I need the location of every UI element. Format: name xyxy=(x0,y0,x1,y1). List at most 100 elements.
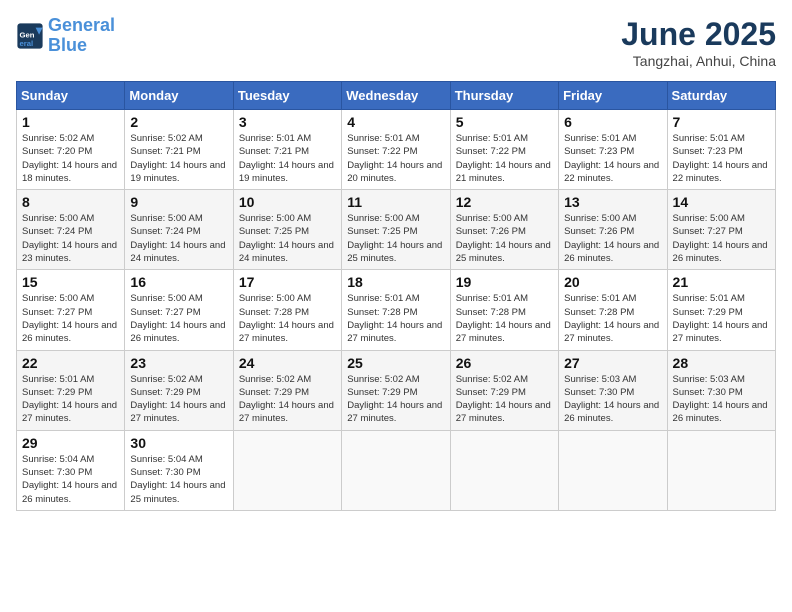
day-number: 20 xyxy=(564,274,661,290)
day-info: Sunrise: 5:02 AM Sunset: 7:21 PM Dayligh… xyxy=(130,132,227,185)
day-info: Sunrise: 5:00 AM Sunset: 7:27 PM Dayligh… xyxy=(673,212,770,265)
title-area: June 2025 Tangzhai, Anhui, China xyxy=(621,16,776,69)
calendar-cell: 29 Sunrise: 5:04 AM Sunset: 7:30 PM Dayl… xyxy=(17,430,125,510)
day-info: Sunrise: 5:03 AM Sunset: 7:30 PM Dayligh… xyxy=(673,373,770,426)
day-number: 6 xyxy=(564,114,661,130)
day-of-week-header: Wednesday xyxy=(342,82,450,110)
calendar-cell: 27 Sunrise: 5:03 AM Sunset: 7:30 PM Dayl… xyxy=(559,350,667,430)
day-info: Sunrise: 5:01 AM Sunset: 7:28 PM Dayligh… xyxy=(347,292,444,345)
day-number: 19 xyxy=(456,274,553,290)
day-of-week-header: Thursday xyxy=(450,82,558,110)
day-number: 9 xyxy=(130,194,227,210)
day-number: 12 xyxy=(456,194,553,210)
calendar-cell: 12 Sunrise: 5:00 AM Sunset: 7:26 PM Dayl… xyxy=(450,190,558,270)
calendar-week-row: 15 Sunrise: 5:00 AM Sunset: 7:27 PM Dayl… xyxy=(17,270,776,350)
day-number: 3 xyxy=(239,114,336,130)
day-of-week-header: Sunday xyxy=(17,82,125,110)
day-number: 22 xyxy=(22,355,119,371)
day-info: Sunrise: 5:00 AM Sunset: 7:28 PM Dayligh… xyxy=(239,292,336,345)
calendar-cell: 19 Sunrise: 5:01 AM Sunset: 7:28 PM Dayl… xyxy=(450,270,558,350)
day-number: 27 xyxy=(564,355,661,371)
calendar-cell: 8 Sunrise: 5:00 AM Sunset: 7:24 PM Dayli… xyxy=(17,190,125,270)
day-number: 13 xyxy=(564,194,661,210)
day-info: Sunrise: 5:01 AM Sunset: 7:21 PM Dayligh… xyxy=(239,132,336,185)
day-info: Sunrise: 5:00 AM Sunset: 7:24 PM Dayligh… xyxy=(22,212,119,265)
day-info: Sunrise: 5:00 AM Sunset: 7:25 PM Dayligh… xyxy=(239,212,336,265)
calendar-cell: 9 Sunrise: 5:00 AM Sunset: 7:24 PM Dayli… xyxy=(125,190,233,270)
calendar-cell: 15 Sunrise: 5:00 AM Sunset: 7:27 PM Dayl… xyxy=(17,270,125,350)
calendar-cell: 4 Sunrise: 5:01 AM Sunset: 7:22 PM Dayli… xyxy=(342,110,450,190)
day-info: Sunrise: 5:00 AM Sunset: 7:27 PM Dayligh… xyxy=(130,292,227,345)
day-number: 30 xyxy=(130,435,227,451)
calendar-table: SundayMondayTuesdayWednesdayThursdayFrid… xyxy=(16,81,776,511)
calendar-cell xyxy=(667,430,775,510)
day-info: Sunrise: 5:00 AM Sunset: 7:26 PM Dayligh… xyxy=(456,212,553,265)
calendar-week-row: 29 Sunrise: 5:04 AM Sunset: 7:30 PM Dayl… xyxy=(17,430,776,510)
calendar-cell: 28 Sunrise: 5:03 AM Sunset: 7:30 PM Dayl… xyxy=(667,350,775,430)
day-number: 7 xyxy=(673,114,770,130)
day-number: 25 xyxy=(347,355,444,371)
logo-icon: Gen eral xyxy=(16,22,44,50)
day-info: Sunrise: 5:01 AM Sunset: 7:22 PM Dayligh… xyxy=(456,132,553,185)
calendar-cell: 26 Sunrise: 5:02 AM Sunset: 7:29 PM Dayl… xyxy=(450,350,558,430)
day-info: Sunrise: 5:00 AM Sunset: 7:27 PM Dayligh… xyxy=(22,292,119,345)
day-of-week-header: Monday xyxy=(125,82,233,110)
day-info: Sunrise: 5:00 AM Sunset: 7:25 PM Dayligh… xyxy=(347,212,444,265)
calendar-cell: 2 Sunrise: 5:02 AM Sunset: 7:21 PM Dayli… xyxy=(125,110,233,190)
day-number: 1 xyxy=(22,114,119,130)
day-info: Sunrise: 5:00 AM Sunset: 7:26 PM Dayligh… xyxy=(564,212,661,265)
day-number: 26 xyxy=(456,355,553,371)
calendar-cell: 23 Sunrise: 5:02 AM Sunset: 7:29 PM Dayl… xyxy=(125,350,233,430)
day-info: Sunrise: 5:02 AM Sunset: 7:29 PM Dayligh… xyxy=(456,373,553,426)
calendar-cell xyxy=(233,430,341,510)
day-info: Sunrise: 5:01 AM Sunset: 7:29 PM Dayligh… xyxy=(673,292,770,345)
day-of-week-header: Saturday xyxy=(667,82,775,110)
day-number: 18 xyxy=(347,274,444,290)
calendar-cell: 30 Sunrise: 5:04 AM Sunset: 7:30 PM Dayl… xyxy=(125,430,233,510)
day-info: Sunrise: 5:01 AM Sunset: 7:23 PM Dayligh… xyxy=(673,132,770,185)
calendar-cell: 3 Sunrise: 5:01 AM Sunset: 7:21 PM Dayli… xyxy=(233,110,341,190)
calendar-cell: 16 Sunrise: 5:00 AM Sunset: 7:27 PM Dayl… xyxy=(125,270,233,350)
calendar-cell: 25 Sunrise: 5:02 AM Sunset: 7:29 PM Dayl… xyxy=(342,350,450,430)
calendar-header-row: SundayMondayTuesdayWednesdayThursdayFrid… xyxy=(17,82,776,110)
calendar-cell: 10 Sunrise: 5:00 AM Sunset: 7:25 PM Dayl… xyxy=(233,190,341,270)
calendar-cell: 1 Sunrise: 5:02 AM Sunset: 7:20 PM Dayli… xyxy=(17,110,125,190)
day-number: 14 xyxy=(673,194,770,210)
day-info: Sunrise: 5:01 AM Sunset: 7:28 PM Dayligh… xyxy=(456,292,553,345)
day-number: 10 xyxy=(239,194,336,210)
day-info: Sunrise: 5:04 AM Sunset: 7:30 PM Dayligh… xyxy=(22,453,119,506)
day-of-week-header: Tuesday xyxy=(233,82,341,110)
calendar-cell xyxy=(559,430,667,510)
logo-text: General Blue xyxy=(48,16,115,56)
calendar-cell: 22 Sunrise: 5:01 AM Sunset: 7:29 PM Dayl… xyxy=(17,350,125,430)
calendar-cell: 11 Sunrise: 5:00 AM Sunset: 7:25 PM Dayl… xyxy=(342,190,450,270)
day-number: 28 xyxy=(673,355,770,371)
day-number: 17 xyxy=(239,274,336,290)
page-title: June 2025 xyxy=(621,16,776,53)
calendar-cell: 21 Sunrise: 5:01 AM Sunset: 7:29 PM Dayl… xyxy=(667,270,775,350)
calendar-cell: 13 Sunrise: 5:00 AM Sunset: 7:26 PM Dayl… xyxy=(559,190,667,270)
day-number: 29 xyxy=(22,435,119,451)
day-info: Sunrise: 5:00 AM Sunset: 7:24 PM Dayligh… xyxy=(130,212,227,265)
calendar-week-row: 8 Sunrise: 5:00 AM Sunset: 7:24 PM Dayli… xyxy=(17,190,776,270)
day-number: 15 xyxy=(22,274,119,290)
day-number: 23 xyxy=(130,355,227,371)
day-info: Sunrise: 5:04 AM Sunset: 7:30 PM Dayligh… xyxy=(130,453,227,506)
calendar-cell: 24 Sunrise: 5:02 AM Sunset: 7:29 PM Dayl… xyxy=(233,350,341,430)
calendar-cell: 5 Sunrise: 5:01 AM Sunset: 7:22 PM Dayli… xyxy=(450,110,558,190)
day-info: Sunrise: 5:02 AM Sunset: 7:29 PM Dayligh… xyxy=(347,373,444,426)
day-info: Sunrise: 5:02 AM Sunset: 7:29 PM Dayligh… xyxy=(130,373,227,426)
calendar-cell: 17 Sunrise: 5:00 AM Sunset: 7:28 PM Dayl… xyxy=(233,270,341,350)
day-number: 2 xyxy=(130,114,227,130)
day-number: 4 xyxy=(347,114,444,130)
calendar-cell: 18 Sunrise: 5:01 AM Sunset: 7:28 PM Dayl… xyxy=(342,270,450,350)
day-info: Sunrise: 5:01 AM Sunset: 7:29 PM Dayligh… xyxy=(22,373,119,426)
calendar-cell xyxy=(450,430,558,510)
calendar-cell: 7 Sunrise: 5:01 AM Sunset: 7:23 PM Dayli… xyxy=(667,110,775,190)
day-info: Sunrise: 5:01 AM Sunset: 7:28 PM Dayligh… xyxy=(564,292,661,345)
day-info: Sunrise: 5:01 AM Sunset: 7:23 PM Dayligh… xyxy=(564,132,661,185)
calendar-cell: 14 Sunrise: 5:00 AM Sunset: 7:27 PM Dayl… xyxy=(667,190,775,270)
svg-text:Gen: Gen xyxy=(20,30,35,39)
day-number: 11 xyxy=(347,194,444,210)
day-number: 8 xyxy=(22,194,119,210)
